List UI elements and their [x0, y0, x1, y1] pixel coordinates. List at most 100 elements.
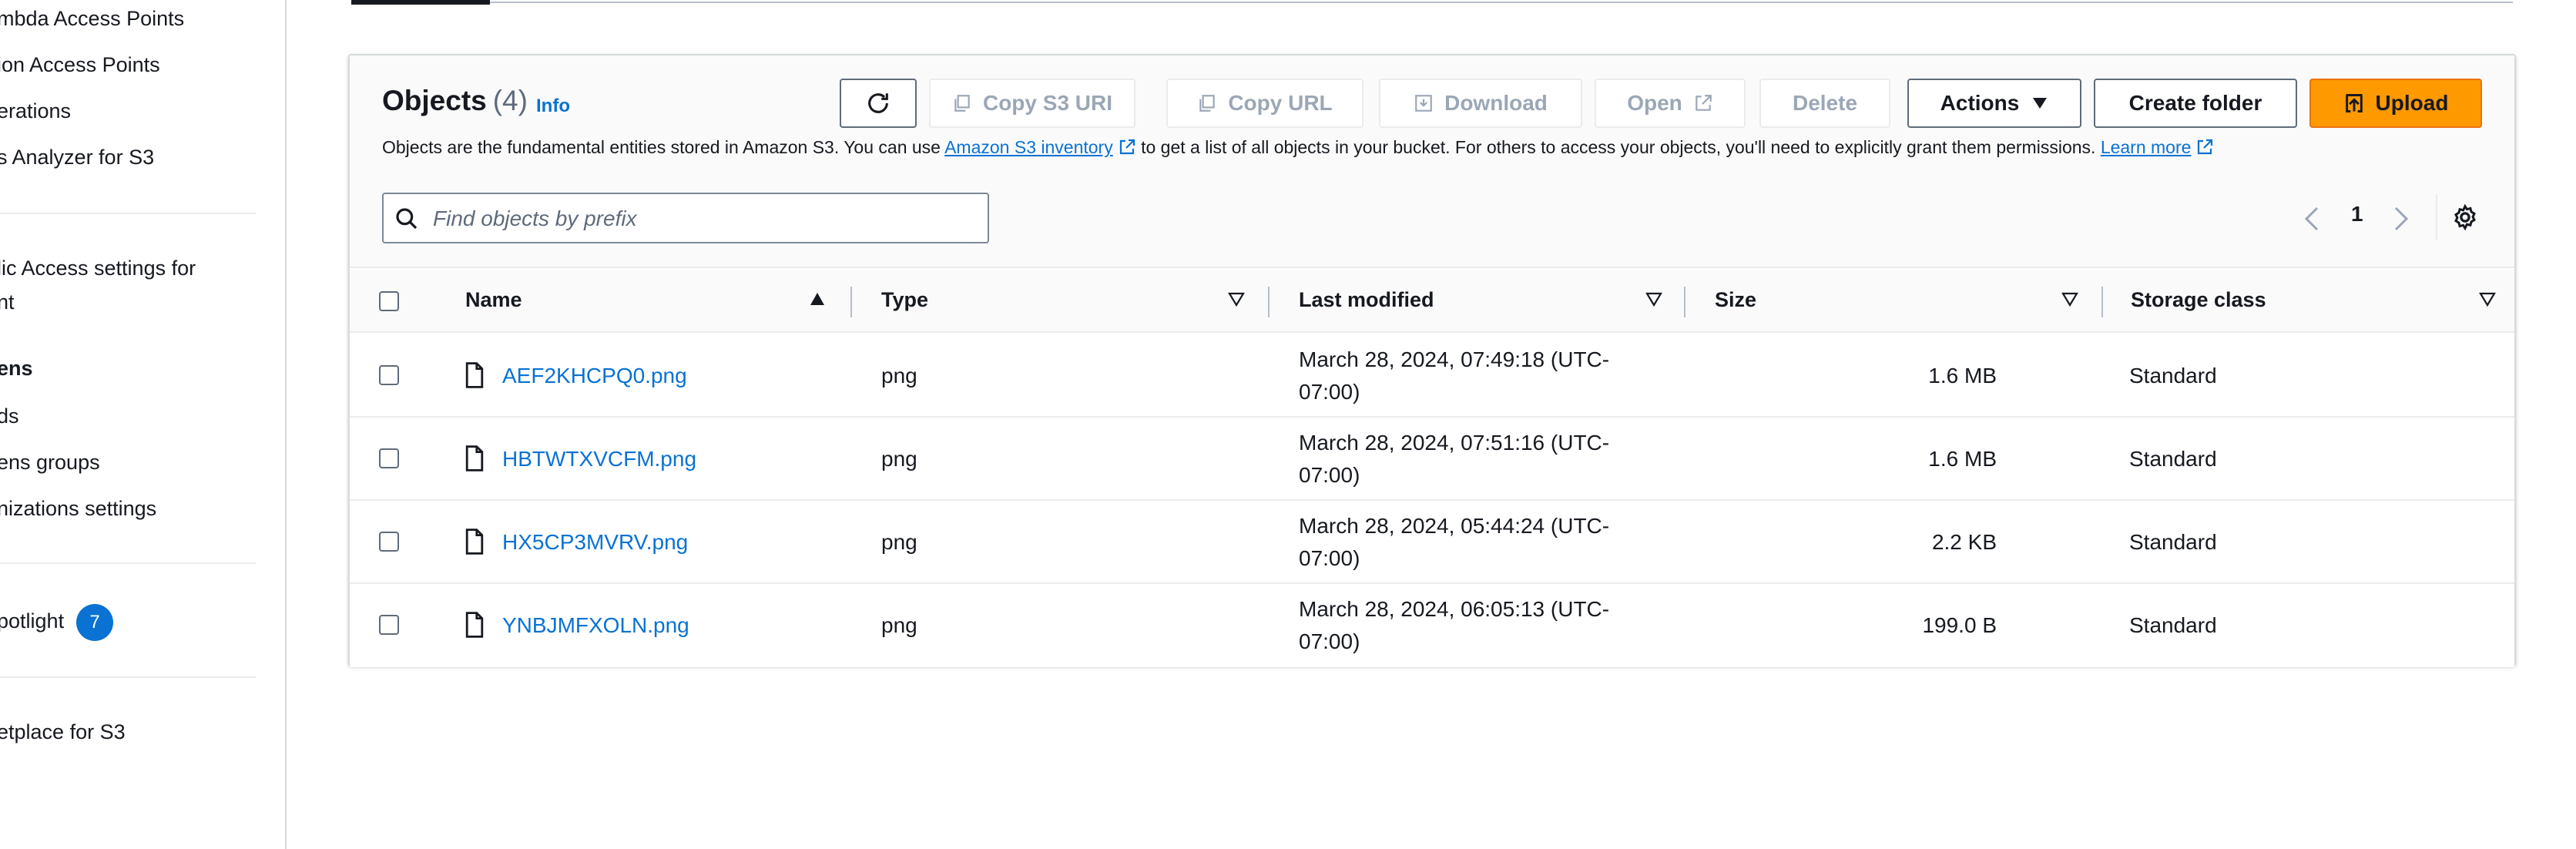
column-header-size[interactable]: Size — [1715, 288, 1756, 312]
column-header-storage-class[interactable]: Storage class — [2131, 288, 2266, 312]
sidebar-item-block-public-access[interactable]: lic Access settings for — [0, 254, 196, 282]
object-name-link[interactable]: YNBJMFXOLN.png — [502, 613, 689, 638]
column-header-name[interactable]: Name — [465, 288, 522, 312]
object-name-link[interactable]: HX5CP3MVRV.png — [502, 530, 688, 555]
sidebar: mbda Access Points ion Access Points era… — [0, 0, 287, 849]
copy-s3-uri-label: Copy S3 URI — [982, 91, 1113, 115]
column-header-last-modified[interactable]: Last modified — [1299, 288, 1434, 312]
table-header: Name Type Last modified Size Storage cla… — [350, 270, 2514, 333]
sidebar-section-label: ens — [0, 357, 33, 380]
select-all-checkbox[interactable] — [379, 291, 399, 311]
object-size: 1.6 MB — [1928, 447, 1997, 471]
sidebar-divider — [0, 213, 256, 214]
actions-dropdown[interactable]: Actions — [1907, 79, 2081, 128]
table-row[interactable]: HBTWTXVCFM.png png March 28, 2024, 07:51… — [350, 418, 2514, 501]
table-row[interactable]: HX5CP3MVRV.png png March 28, 2024, 05:44… — [350, 501, 2514, 584]
upload-button[interactable]: Upload — [2309, 79, 2482, 128]
column-resizer[interactable] — [1268, 287, 1270, 317]
search-placeholder: Find objects by prefix — [433, 206, 637, 230]
row-checkbox[interactable] — [379, 532, 399, 552]
column-resizer[interactable] — [2101, 287, 2103, 317]
table-row[interactable]: AEF2KHCPQ0.png png March 28, 2024, 07:49… — [350, 334, 2514, 418]
sidebar-item-label: ens groups — [0, 451, 100, 474]
sidebar-item-label: potlight — [0, 609, 65, 633]
sidebar-item-label: ion Access Points — [0, 53, 160, 76]
refresh-icon — [868, 93, 888, 113]
sort-ascending-icon[interactable] — [809, 291, 826, 307]
download-button[interactable]: Download — [1379, 79, 1582, 128]
create-folder-button[interactable]: Create folder — [2094, 79, 2297, 128]
sidebar-item-label: nt — [0, 290, 15, 314]
sidebar-item-object-lambda-access-points[interactable]: ion Access Points — [0, 51, 160, 79]
settings-gear-icon[interactable] — [2451, 203, 2479, 231]
sidebar-section-storage-lens: ens — [0, 354, 33, 382]
sort-icon[interactable] — [1228, 291, 1245, 307]
copy-url-button[interactable]: Copy URL — [1166, 79, 1363, 128]
sidebar-item-access-analyzer[interactable]: s Analyzer for S3 — [0, 143, 154, 171]
open-button[interactable]: Open — [1595, 79, 1746, 128]
description-text: to get a list of all objects in your buc… — [1135, 137, 2101, 157]
column-header-type[interactable]: Type — [881, 288, 928, 312]
chevron-left-icon[interactable] — [2303, 206, 2320, 231]
object-type: png — [881, 530, 917, 554]
objects-count: (4) — [492, 85, 528, 116]
object-name-link[interactable]: AEF2KHCPQ0.png — [502, 364, 687, 388]
sort-icon[interactable] — [2061, 291, 2078, 307]
delete-button[interactable]: Delete — [1759, 79, 1890, 128]
row-checkbox[interactable] — [379, 615, 399, 635]
chevron-right-icon[interactable] — [2393, 206, 2410, 231]
external-link-icon — [1119, 139, 1135, 155]
tabs-underline — [351, 2, 2513, 3]
sort-icon[interactable] — [2479, 291, 2496, 307]
object-last-modified: March 28, 2024, 06:05:13 (UTC-07:00) — [1299, 597, 1610, 653]
page-number[interactable]: 1 — [2351, 202, 2363, 227]
sidebar-item-block-public-access-line2[interactable]: nt — [0, 288, 15, 316]
objects-title: Objects (4) — [382, 85, 528, 117]
sidebar-item-dashboards[interactable]: ds — [0, 402, 19, 430]
object-storage-class: Standard — [2129, 364, 2217, 388]
pager-divider — [2436, 194, 2437, 240]
row-checkbox[interactable] — [379, 448, 399, 468]
column-resizer[interactable] — [1684, 287, 1685, 317]
file-icon — [465, 445, 484, 471]
sort-icon[interactable] — [1645, 291, 1662, 307]
sidebar-item-marketplace[interactable]: etplace for S3 — [0, 718, 126, 746]
table-row[interactable]: YNBJMFXOLN.png png March 28, 2024, 06:05… — [350, 584, 2514, 667]
external-link-icon — [1696, 95, 1712, 111]
sidebar-item-storage-lens-groups[interactable]: ens groups — [0, 448, 100, 476]
upload-icon — [2345, 94, 2363, 112]
objects-panel: Objects (4) Info Copy S3 URI Copy URL Dow… — [348, 54, 2516, 667]
copy-icon — [954, 95, 970, 112]
caret-down-icon — [2033, 98, 2048, 109]
objects-description: Objects are the fundamental entities sto… — [382, 137, 2214, 158]
info-link[interactable]: Info — [536, 96, 570, 117]
object-storage-class: Standard — [2129, 447, 2217, 471]
sidebar-item-feature-spotlight[interactable]: potlight 7 — [0, 604, 114, 641]
s3-inventory-link[interactable]: Amazon S3 inventory — [944, 137, 1113, 157]
object-size: 2.2 KB — [1931, 530, 1997, 554]
copy-s3-uri-button[interactable]: Copy S3 URI — [929, 79, 1135, 128]
sidebar-item-label: mbda Access Points — [0, 7, 185, 30]
download-icon — [1415, 95, 1432, 112]
sidebar-item-label: lic Access settings for — [0, 257, 196, 280]
learn-more-link[interactable]: Learn more — [2101, 137, 2192, 157]
search-input[interactable]: Find objects by prefix — [382, 193, 989, 243]
column-resizer[interactable] — [850, 287, 852, 317]
actions-label: Actions — [1940, 91, 2020, 115]
tab-active-indicator — [351, 0, 490, 5]
object-size: 1.6 MB — [1928, 364, 1997, 388]
sidebar-item-batch-operations[interactable]: erations — [0, 97, 71, 125]
sidebar-item-lambda-access-points[interactable]: mbda Access Points — [0, 5, 184, 32]
object-last-modified: March 28, 2024, 07:51:16 (UTC-07:00) — [1299, 431, 1610, 487]
sidebar-item-label: ds — [0, 404, 19, 428]
sidebar-item-label: erations — [0, 99, 72, 122]
sidebar-item-organizations-settings[interactable]: nizations settings — [0, 495, 156, 522]
sidebar-item-label: nizations settings — [0, 497, 157, 520]
refresh-button[interactable] — [840, 79, 917, 128]
open-label: Open — [1627, 91, 1682, 115]
row-checkbox[interactable] — [379, 365, 399, 385]
download-label: Download — [1444, 91, 1548, 115]
notification-badge: 7 — [76, 604, 114, 641]
file-icon — [465, 612, 484, 638]
object-name-link[interactable]: HBTWTXVCFM.png — [502, 447, 696, 471]
